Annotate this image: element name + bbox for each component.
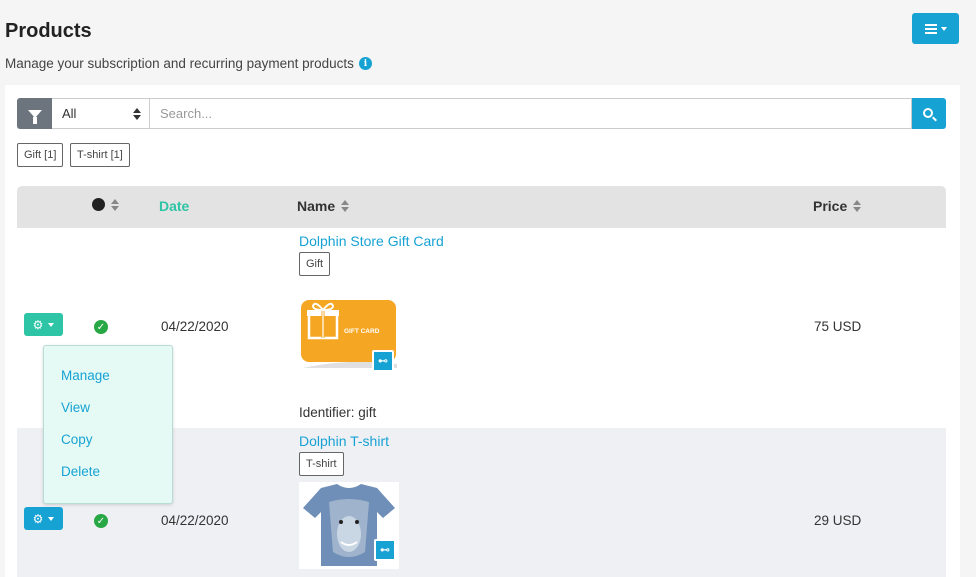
page-subtitle: Manage your subscription and recurring p… [5,56,372,71]
select-arrows-icon [133,107,141,120]
page-title: Products [5,20,92,42]
filter-icon [27,109,42,124]
status-column-header[interactable] [92,198,119,211]
row-price: 75 USD [814,319,862,334]
product-identifier: Identifier: gift [299,405,377,420]
caret-down-icon [48,322,55,327]
menu-item-delete[interactable]: Delete [61,464,100,479]
subtitle-text: Manage your subscription and recurring p… [5,56,354,71]
status-dot-icon [92,198,105,211]
row-date: 04/22/2020 [161,513,229,528]
date-column-header[interactable]: Date [159,198,189,214]
caret-down-icon [48,516,55,521]
date-header-label: Date [159,198,190,214]
filter-bar: All [17,98,946,129]
gear-icon: ⚙ [32,511,44,526]
row-actions-button[interactable]: ⚙ [24,313,63,336]
sort-icon [111,198,119,211]
name-header-label: Name [297,198,336,214]
tag-filter-tshirt[interactable]: T-shirt [1] [70,143,130,167]
search-button[interactable] [912,98,946,129]
gift-card-image-text: GIFT CARD [344,328,380,335]
row-date: 04/22/2020 [161,319,229,334]
filter-button[interactable] [17,98,52,129]
table-header: Date Name Price [17,186,946,228]
sort-icon [341,200,350,212]
search-input[interactable] [150,98,912,129]
price-column-header[interactable]: Price [813,198,862,214]
binoculars-icon[interactable]: ⊷ [372,350,394,372]
product-name-link[interactable]: Dolphin Store Gift Card [299,233,444,249]
tag-filter-gift[interactable]: Gift [1] [17,143,64,167]
row-actions-button[interactable]: ⚙ [24,507,63,530]
hamburger-icon [924,23,937,34]
row-actions-dropdown: Manage View Copy Delete [43,345,173,504]
gear-icon: ⚙ [32,317,44,332]
menu-button[interactable] [912,13,959,44]
product-tag: Gift [299,252,331,276]
info-icon[interactable]: i [358,57,372,70]
caret-down-icon [940,26,947,31]
menu-item-copy[interactable]: Copy [61,432,93,447]
name-column-header[interactable]: Name [297,198,350,214]
sort-icon [853,200,862,212]
product-tag: T-shirt [299,452,344,476]
category-select[interactable]: All [52,98,150,129]
product-name-link[interactable]: Dolphin T-shirt [299,433,389,449]
row-price: 29 USD [814,513,862,528]
category-select-value: All [62,106,77,121]
active-check-icon: ✓ [94,514,108,528]
search-icon [923,107,933,118]
menu-item-view[interactable]: View [61,400,90,415]
menu-item-manage[interactable]: Manage [61,368,110,383]
price-header-label: Price [813,198,848,214]
binoculars-icon[interactable]: ⊷ [374,539,396,561]
active-check-icon: ✓ [94,320,108,334]
